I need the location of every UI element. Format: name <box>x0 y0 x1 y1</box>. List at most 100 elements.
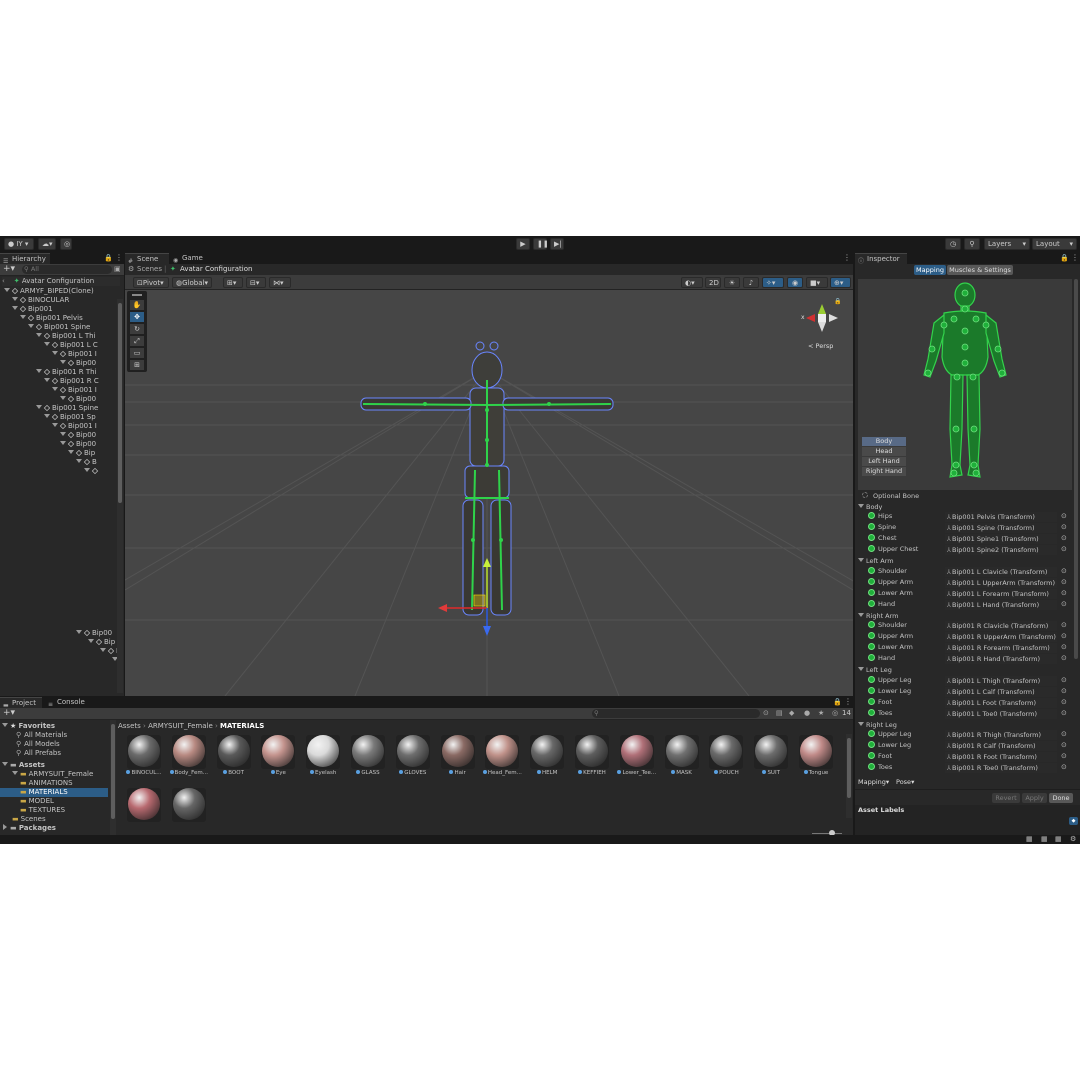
project-folder[interactable]: ▬ TEXTURES <box>0 806 108 815</box>
snap-grid-dropdown[interactable]: ⊞▾ <box>223 277 243 288</box>
object-picker-icon[interactable]: ⊙ <box>1061 698 1067 706</box>
material-asset[interactable]: SUIT <box>751 734 791 778</box>
cache-icon[interactable]: ▦ <box>1041 835 1048 843</box>
hierarchy-item[interactable]: Bip00 <box>60 440 117 449</box>
hierarchy-item[interactable]: ARMYF_BIPED(Clone) <box>4 287 117 296</box>
transform-tool[interactable]: ⊞ <box>130 360 144 370</box>
camera-dropdown[interactable]: ■▾ <box>806 277 828 288</box>
account-dropdown[interactable]: ● IY ▾ <box>4 238 34 250</box>
pivot-dropdown[interactable]: ⊡Pivot▾ <box>133 277 169 288</box>
hierarchy-item[interactable]: Bip001 L Thi <box>36 332 117 341</box>
gizmos-dropdown[interactable]: ⊕▾ <box>830 277 851 288</box>
expand-arrow-icon[interactable] <box>60 396 66 400</box>
object-picker-icon[interactable]: ⊙ <box>1061 621 1067 629</box>
orientation-gizmo[interactable]: x 🔒 < Persp <box>798 298 846 353</box>
material-asset[interactable]: POUCH <box>706 734 746 778</box>
project-folder[interactable]: ▬ ANIMATIONS <box>0 779 108 788</box>
hierarchy-item[interactable]: Bip00 <box>60 359 117 368</box>
step-button[interactable]: ▶| <box>550 238 564 250</box>
scene-viewport[interactable]: ✋ ✥ ↻ ⤢ ▭ ⊞ x 🔒 < Persp <box>125 290 853 696</box>
expand-arrow-icon[interactable] <box>36 369 42 373</box>
breadcrumb-materials[interactable]: MATERIALS <box>220 722 264 730</box>
object-picker-icon[interactable]: ⊙ <box>1061 687 1067 695</box>
project-folder[interactable]: ▬ MODEL <box>0 797 108 806</box>
breadcrumb-scenes[interactable]: Scenes <box>137 265 162 273</box>
tab-console[interactable]: ≡ Console <box>45 697 91 708</box>
view-button-right-hand[interactable]: Right Hand <box>862 467 906 476</box>
favorites-header[interactable]: ★ Favorites <box>2 722 112 731</box>
object-picker-icon[interactable]: ⊙ <box>1061 534 1067 542</box>
hierarchy-item[interactable]: Bip001 I <box>52 422 117 431</box>
material-asset[interactable]: Head_Fem... <box>482 734 522 778</box>
layout-dropdown[interactable]: Layout ▾ <box>1032 238 1077 250</box>
2d-toggle[interactable]: 2D <box>705 277 721 288</box>
object-picker-icon[interactable]: ⊙ <box>1061 632 1067 640</box>
materials-scroll-thumb[interactable] <box>847 738 851 798</box>
debug-icon[interactable]: ▦ <box>1055 835 1062 843</box>
bone-transform-field[interactable]: ⅄Bip001 Spine (Transform) <box>945 523 1057 534</box>
pause-button[interactable]: ❚❚ <box>533 238 549 250</box>
material-asset[interactable]: Hair <box>438 734 478 778</box>
expand-arrow-icon[interactable] <box>858 558 864 563</box>
bone-transform-field[interactable]: ⅄Bip001 L Clavicle (Transform) <box>945 566 1057 577</box>
increment-snap-dropdown[interactable]: ⋈▾ <box>269 277 291 288</box>
star-icon[interactable]: ★ <box>818 709 824 717</box>
object-picker-icon[interactable]: ⊙ <box>1061 643 1067 651</box>
object-picker-icon[interactable]: ⊙ <box>1061 567 1067 575</box>
material-asset[interactable]: GLASS <box>348 734 388 778</box>
bone-transform-field[interactable]: ⅄Bip001 L Forearm (Transform) <box>945 588 1057 599</box>
lock-icon[interactable]: 🔒 <box>104 254 113 262</box>
material-asset[interactable]: KEFFIEH <box>572 734 612 778</box>
filter-icon[interactable]: ▤ <box>776 709 783 717</box>
expand-arrow-icon[interactable] <box>4 288 10 292</box>
bone-transform-field[interactable]: ⅄Bip001 R Clavicle (Transform) <box>945 621 1057 632</box>
expand-arrow-icon[interactable] <box>12 771 18 775</box>
hierarchy-item[interactable] <box>84 467 117 476</box>
hand-tool[interactable]: ✋ <box>130 300 144 310</box>
more-icon[interactable]: ⋮ <box>844 697 852 706</box>
hierarchy-item[interactable]: Bip00 <box>60 395 117 404</box>
view-button-body[interactable]: Body <box>862 437 906 446</box>
mapping-tab[interactable]: Mapping <box>914 265 946 275</box>
bone-transform-field[interactable]: ⅄Bip001 L Hand (Transform) <box>945 599 1057 610</box>
materials-scrollbar[interactable] <box>846 734 852 818</box>
tab-scene[interactable]: # Scene <box>125 253 169 265</box>
breadcrumb-armysuit[interactable]: ARMYSUIT_Female <box>148 722 213 730</box>
object-picker-icon[interactable]: ⊙ <box>1061 676 1067 684</box>
packages-header[interactable]: ▬ Packages <box>2 824 112 833</box>
expand-arrow-icon[interactable] <box>68 450 74 454</box>
bone-transform-field[interactable]: ⅄Bip001 Pelvis (Transform) <box>945 512 1057 523</box>
muscles-settings-tab[interactable]: Muscles & Settings <box>947 265 1013 275</box>
expand-arrow-icon[interactable] <box>858 504 864 508</box>
scene-icon[interactable]: ▣ <box>114 265 121 273</box>
lock-icon[interactable]: 🔒 <box>834 298 841 305</box>
tab-inspector[interactable]: ⓘ Inspector <box>855 253 907 265</box>
project-folder[interactable]: ▬ ARMYSUIT_Female <box>0 770 108 779</box>
apply-button[interactable]: Apply <box>1022 793 1047 803</box>
hierarchy-item[interactable]: Bip00 <box>76 629 117 638</box>
breadcrumb-avatar-configuration[interactable]: Avatar Configuration <box>180 265 252 273</box>
material-asset[interactable]: Body_Fem... <box>169 734 209 778</box>
expand-arrow-icon[interactable] <box>28 324 34 328</box>
material-asset[interactable]: Lower_Tee... <box>617 734 657 778</box>
bone-transform-field[interactable]: ⅄Bip001 Spine1 (Transform) <box>945 534 1057 545</box>
expand-arrow-icon[interactable] <box>44 342 50 346</box>
hierarchy-scrollbar[interactable] <box>117 299 123 693</box>
favorite-item[interactable]: ⚲ All Prefabs <box>16 749 110 758</box>
object-picker-icon[interactable]: ⊙ <box>1061 578 1067 586</box>
bone-transform-field[interactable]: ⅄Bip001 R Hand (Transform) <box>945 654 1057 665</box>
add-icon[interactable]: +▾ <box>3 708 15 718</box>
progress-icon[interactable]: ▦ <box>1026 835 1033 843</box>
bone-transform-field[interactable]: ⅄Bip001 R Thigh (Transform) <box>945 730 1057 740</box>
lighting-toggle[interactable]: ☀ <box>724 277 740 288</box>
expand-arrow-icon[interactable] <box>52 351 58 355</box>
hierarchy-item[interactable]: Bip001 Sp <box>44 413 117 422</box>
hierarchy-item[interactable]: Bip <box>68 449 117 458</box>
view-button-left-hand[interactable]: Left Hand <box>862 457 906 466</box>
hierarchy-item[interactable]: Bip <box>88 638 117 647</box>
effects-dropdown[interactable]: ✧▾ <box>762 277 784 288</box>
expand-arrow-icon[interactable] <box>858 721 864 726</box>
add-icon[interactable]: +▾ <box>3 264 15 274</box>
bone-transform-field[interactable]: ⅄Bip001 R Foot (Transform) <box>945 752 1057 762</box>
project-folder[interactable]: ▬ Scenes <box>0 815 108 824</box>
